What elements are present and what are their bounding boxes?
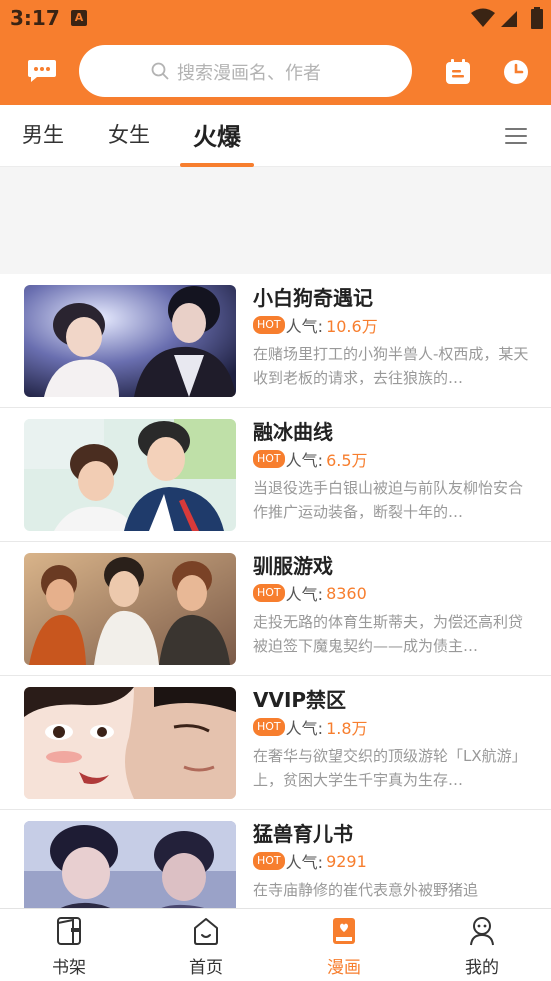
nav-home-label: 首页 (189, 958, 223, 978)
popularity-value: 6.5万 (326, 451, 368, 470)
top-app-bar: 搜索漫画名、作者 (0, 37, 551, 105)
category-tabs: 男生 女生 火爆 (0, 105, 551, 167)
tab-female[interactable]: 女生 (108, 119, 150, 149)
bookshelf-icon (57, 917, 81, 945)
popularity-row: HOT 人气: 1.8万 (253, 716, 368, 738)
menu-icon[interactable] (505, 128, 527, 146)
popularity-value: 9291 (326, 851, 367, 871)
popularity-label: 人气: (285, 317, 324, 336)
nav-comic-label: 漫画 (327, 958, 361, 978)
comic-list: 小白狗奇遇记 HOT 人气: 10.6万 在赌场里打工的小狗半兽人-权西成，某天… (0, 274, 551, 908)
nav-profile[interactable]: 我的 (437, 909, 527, 981)
comic-description: 在奢华与欲望交织的顶级游轮「LX航游」上，贫困大学生千宇真为生存… (253, 747, 527, 789)
comic-title: VVIP禁区 (253, 688, 347, 712)
popularity-label: 人气: (285, 585, 324, 604)
comic-item[interactable]: VVIP禁区 HOT 人气: 1.8万 在奢华与欲望交织的顶级游轮「LX航游」上… (0, 676, 551, 810)
home-icon (194, 918, 218, 945)
popularity-row: HOT 人气: 9291 (253, 850, 367, 872)
comic-book-icon (333, 918, 355, 944)
comic-item[interactable]: 融冰曲线 HOT 人气: 6.5万 当退役选手白银山被迫与前队友柳怡安合作推广运… (0, 408, 551, 542)
nav-bookshelf-label: 书架 (52, 958, 86, 978)
hot-badge: HOT (253, 718, 285, 736)
comic-description: 走投无路的体育生斯蒂夫，为偿还高利贷被迫签下魔鬼契约——成为债主… (253, 613, 524, 655)
battery-icon (531, 7, 543, 29)
hot-badge: HOT (253, 584, 285, 602)
search-input[interactable]: 搜索漫画名、作者 (79, 45, 412, 97)
popularity-label: 人气: (285, 719, 324, 738)
tab-hot[interactable]: 火爆 (193, 117, 241, 152)
comic-title: 小白狗奇遇记 (253, 286, 373, 310)
hot-badge: HOT (253, 852, 285, 870)
popularity-value: 1.8万 (326, 719, 368, 738)
comic-item[interactable]: 小白狗奇遇记 HOT 人气: 10.6万 在赌场里打工的小狗半兽人-权西成，某天… (0, 274, 551, 408)
wifi-icon (471, 8, 495, 27)
signal-icon (501, 11, 517, 27)
bottom-nav: 书架 首页 漫画 我的 (0, 908, 551, 981)
comic-cover (24, 687, 236, 799)
comic-title: 驯服游戏 (253, 554, 333, 578)
message-icon[interactable] (27, 59, 57, 83)
history-clock-icon[interactable] (503, 59, 529, 85)
comic-title: 融冰曲线 (253, 420, 333, 444)
status-bar: 3:17 A (0, 0, 551, 37)
comic-description: 当退役选手白银山被迫与前队友柳怡安合作推广运动装备，断裂十年的… (253, 479, 524, 521)
tab-male[interactable]: 男生 (22, 119, 64, 149)
search-placeholder: 搜索漫画名、作者 (177, 63, 321, 84)
hot-badge: HOT (253, 316, 285, 334)
comic-title: 猛兽育儿书 (253, 822, 353, 846)
tab-active-indicator (180, 163, 254, 167)
banner-placeholder (0, 168, 551, 274)
notification-a-icon: A (71, 10, 87, 26)
status-time: 3:17 (10, 6, 60, 30)
calendar-icon[interactable] (445, 59, 471, 85)
comic-item[interactable]: 驯服游戏 HOT 人气: 8360 走投无路的体育生斯蒂夫，为偿还高利贷被迫签下… (0, 542, 551, 676)
nav-bookshelf[interactable]: 书架 (24, 909, 114, 981)
comic-cover (24, 821, 236, 908)
comic-cover (24, 553, 236, 665)
comic-description: 在赌场里打工的小狗半兽人-权西成，某天收到老板的请求，去往狼族的… (253, 345, 529, 387)
search-icon (151, 62, 169, 80)
popularity-label: 人气: (285, 853, 324, 872)
nav-profile-label: 我的 (465, 958, 499, 978)
comic-cover (24, 419, 236, 531)
popularity-value: 8360 (326, 583, 367, 603)
comic-cover (24, 285, 236, 397)
comic-description: 在寺庙静修的崔代表意外被野猪追 (253, 881, 479, 899)
profile-icon (470, 917, 494, 946)
nav-home[interactable]: 首页 (161, 909, 251, 981)
hot-badge: HOT (253, 450, 285, 468)
app-root: 3:17 A 搜索漫画名、作者 男生 女生 火爆 小白狗奇遇记 HOT 人气: … (0, 0, 551, 981)
popularity-row: HOT 人气: 10.6万 (253, 314, 378, 336)
popularity-row: HOT 人气: 6.5万 (253, 448, 368, 470)
popularity-value: 10.6万 (326, 317, 378, 336)
popularity-row: HOT 人气: 8360 (253, 582, 367, 604)
comic-list-area[interactable]: 小白狗奇遇记 HOT 人气: 10.6万 在赌场里打工的小狗半兽人-权西成，某天… (0, 168, 551, 908)
comic-item[interactable]: 猛兽育儿书 HOT 人气: 9291 在寺庙静修的崔代表意外被野猪追 (0, 810, 551, 908)
nav-comic[interactable]: 漫画 (299, 909, 389, 981)
popularity-label: 人气: (285, 451, 324, 470)
